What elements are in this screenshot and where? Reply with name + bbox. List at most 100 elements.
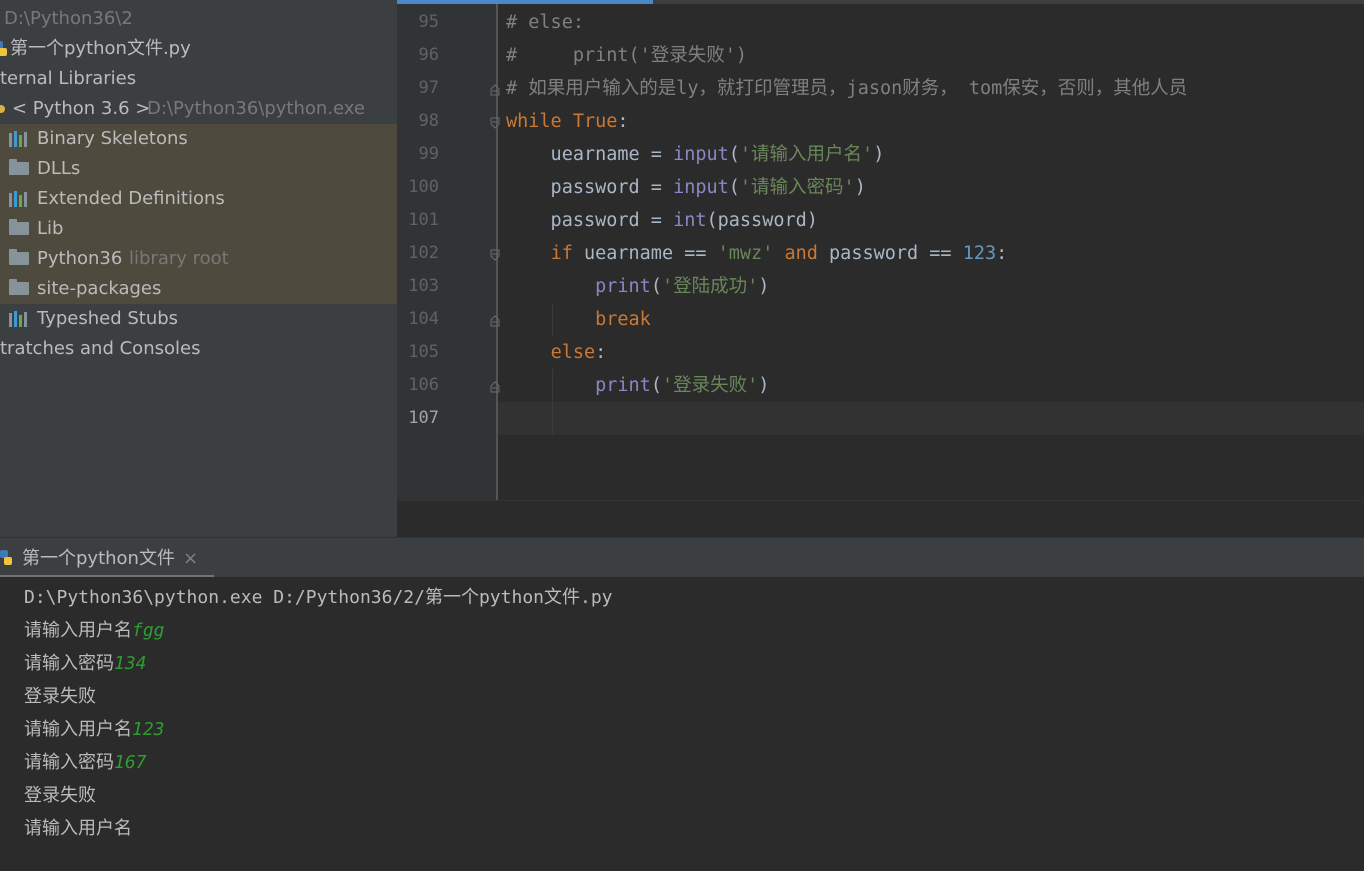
code-line[interactable]: if uearname == 'mwz' and password == 123… [506, 237, 1008, 270]
library-root-hint: library root [129, 248, 229, 269]
code-line[interactable]: # print('登录失败') [506, 39, 747, 72]
console-output-line: 请输入密码167 [24, 746, 147, 779]
run-console[interactable]: D:\Python36\python.exe D:/Python36/2/第一个… [0, 577, 1364, 871]
tree-item-site-packages[interactable]: site-packages [0, 274, 397, 304]
tree-item-scratches[interactable]: tratches and Consoles [0, 334, 200, 364]
code-line[interactable]: uearname = input('请输入用户名') [506, 138, 885, 171]
code-token: password = [506, 210, 674, 231]
code-token: input [673, 177, 729, 198]
tree-item-lib[interactable]: Lib [0, 214, 397, 244]
fold-marker-icon[interactable] [490, 117, 500, 129]
line-number: 107 [408, 408, 439, 428]
current-line-highlight [498, 402, 1364, 435]
console-text: 请输入用户名 [24, 719, 132, 740]
close-icon[interactable]: × [183, 538, 198, 580]
console-text: 请输入用户名 [24, 818, 132, 839]
tree-item-python36[interactable]: Python36 library root [0, 244, 397, 274]
line-number: 96 [418, 45, 439, 65]
console-user-input: 167 [114, 752, 147, 773]
fold-marker-icon[interactable] [490, 249, 500, 261]
fold-marker-icon[interactable] [490, 381, 500, 393]
line-number: 97 [418, 78, 439, 98]
folder-icon [9, 279, 29, 295]
tree-root-path[interactable]: D:\Python36\2 [4, 4, 133, 34]
console-user-input: 134 [114, 653, 147, 674]
code-token: '请输入用户名' [739, 144, 874, 165]
code-token: ) [758, 375, 770, 396]
code-token: '请输入密码' [739, 177, 855, 198]
code-token: 123 [962, 243, 997, 264]
line-number: 102 [408, 243, 439, 263]
external-libraries-label: ternal Libraries [0, 68, 137, 89]
code-editor[interactable]: 95 96 97 98 99 100 101 102 103 104 105 106 107 # else… [397, 0, 1364, 500]
tree-item-label: Lib [37, 218, 64, 239]
code-line[interactable]: # 如果用户输入的是ly，就打印管理员，jason财务， tom保安，否则，其他… [506, 72, 1187, 105]
code-token: 'mwz' [717, 243, 774, 264]
code-token: ( [650, 375, 662, 396]
indent-guide [552, 402, 553, 435]
tree-item-label: DLLs [37, 158, 81, 179]
code-token: password == [817, 243, 963, 264]
tree-item-external-libraries[interactable]: ternal Libraries [0, 64, 136, 94]
code-token: : [996, 243, 1008, 264]
folder-icon [9, 249, 29, 265]
fold-marker-icon[interactable] [490, 315, 500, 327]
code-token: (password) [706, 210, 818, 231]
code-token: ) [854, 177, 866, 198]
line-number: 100 [408, 177, 439, 197]
tree-item-label: Typeshed Stubs [37, 308, 179, 329]
code-line[interactable]: break [506, 303, 651, 336]
code-line[interactable]: print('登陆成功') [506, 270, 769, 303]
code-token: True [572, 111, 618, 132]
python-run-icon [0, 550, 12, 566]
line-number: 104 [408, 309, 439, 329]
code-token: ( [650, 276, 662, 297]
tree-item-label: Binary Skeletons [37, 128, 188, 149]
code-token: print [595, 276, 651, 297]
folder-icon [9, 219, 29, 235]
console-text: D:\Python36\python.exe D:/Python36/2/第一个… [24, 587, 613, 608]
code-line[interactable]: print('登录失败') [506, 369, 769, 402]
tree-item-label: site-packages [37, 278, 162, 299]
console-text: 请输入密码 [24, 653, 114, 674]
tree-item-dlls[interactable]: DLLs [0, 154, 397, 184]
code-token: : [595, 342, 607, 363]
run-tab[interactable]: 第一个python文件 × [0, 538, 214, 578]
console-text: 登录失败 [24, 686, 96, 707]
code-token: # else: [506, 12, 584, 33]
tree-item-binary-skeletons[interactable]: Binary Skeletons [0, 124, 397, 154]
code-token: # print('登录失败') [506, 45, 748, 66]
console-output-line: 请输入用户名fgg [24, 614, 165, 647]
sdk-label: < Python 3.6 > [12, 98, 151, 119]
code-token: else [550, 342, 596, 363]
editor-empty-area[interactable] [397, 500, 1364, 538]
line-number: 98 [418, 111, 439, 131]
code-token: int [673, 210, 707, 231]
fold-marker-icon[interactable] [490, 84, 500, 96]
line-number: 105 [408, 342, 439, 362]
console-output-line: 请输入密码134 [24, 647, 147, 680]
code-token: input [673, 144, 729, 165]
tree-item-label: Python36 [37, 248, 123, 269]
code-line[interactable]: else: [506, 336, 607, 369]
console-user-input: fgg [132, 620, 165, 641]
code-token: '登陆成功' [661, 276, 759, 297]
folder-icon [9, 159, 29, 175]
code-token: ) [873, 144, 885, 165]
code-line[interactable]: while True: [506, 105, 629, 138]
library-icon [9, 311, 29, 327]
code-token: ( [728, 177, 740, 198]
code-line[interactable]: password = input('请输入密码') [506, 171, 866, 204]
scratches-label: tratches and Consoles [0, 338, 201, 359]
code-line[interactable]: password = int(password) [506, 204, 818, 237]
code-token: password = [506, 177, 674, 198]
tree-item-label: Extended Definitions [37, 188, 225, 209]
tree-item-extended-definitions[interactable]: Extended Definitions [0, 184, 397, 214]
console-output-line: 登录失败 [24, 779, 96, 812]
code-line[interactable]: # else: [506, 6, 584, 39]
code-token: # 如果用户输入的是ly，就打印管理员，jason财务， tom保安，否则，其他… [506, 78, 1188, 99]
